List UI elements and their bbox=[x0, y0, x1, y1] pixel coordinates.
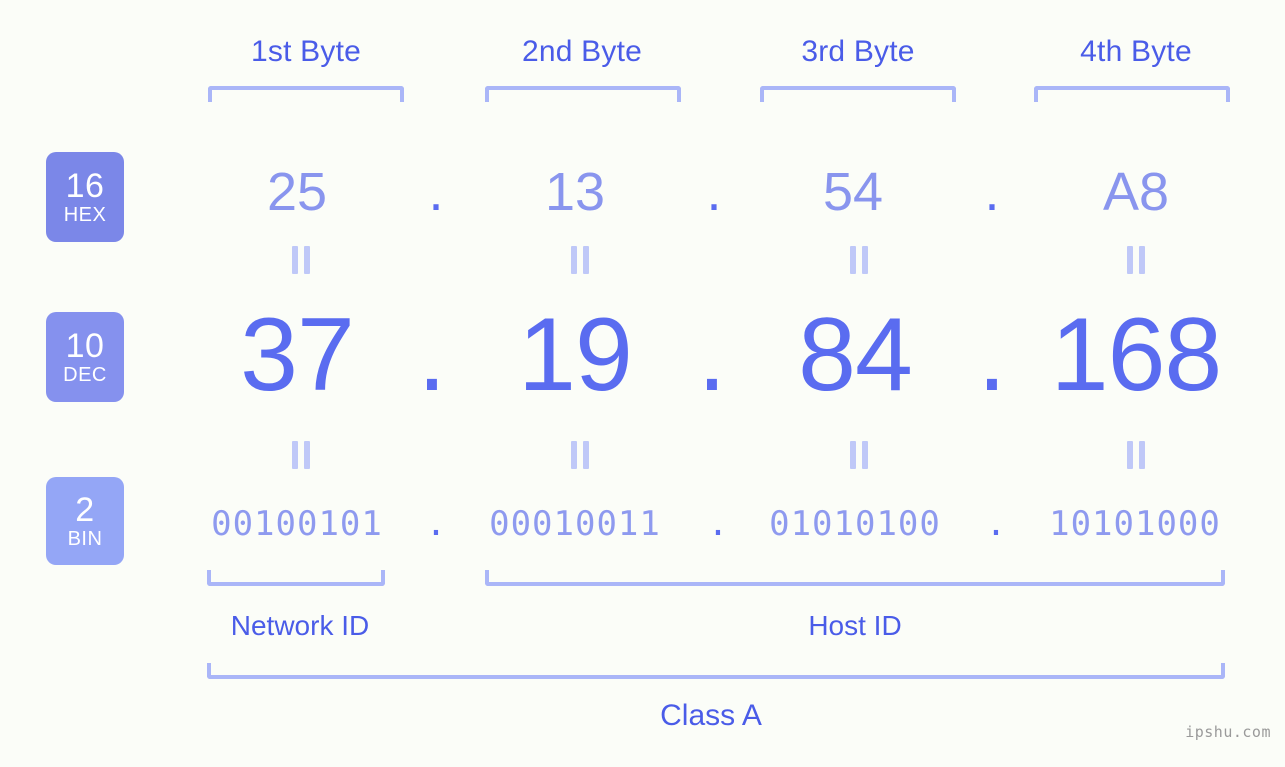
equals-mark-hex-dec-2 bbox=[567, 246, 593, 274]
hex-separator-1: . bbox=[428, 162, 444, 222]
byte-header-4: 4th Byte bbox=[1080, 35, 1192, 68]
byte-bracket-3 bbox=[760, 86, 956, 102]
dec-value-3: 84 bbox=[798, 297, 913, 413]
class-label: Class A bbox=[660, 699, 762, 732]
equals-mark-hex-dec-1 bbox=[288, 246, 314, 274]
equals-mark-dec-bin-1 bbox=[288, 441, 314, 469]
byte-header-2: 2nd Byte bbox=[521, 35, 643, 68]
byte-header-3: 3rd Byte bbox=[801, 35, 915, 68]
byte-header-1: 1st Byte bbox=[251, 35, 361, 68]
bin-separator-1: . bbox=[425, 504, 447, 544]
bin-value-4: 10101000 bbox=[1049, 504, 1221, 544]
watermark: ipshu.com bbox=[1185, 723, 1271, 741]
bin-value-1: 00100101 bbox=[211, 504, 383, 544]
hex-separator-2: . bbox=[706, 162, 722, 222]
bin-separator-3: . bbox=[985, 504, 1007, 544]
dec-separator-1: . bbox=[417, 297, 447, 413]
dec-value-4: 168 bbox=[1050, 297, 1223, 413]
hex-row: 25 . 13 . 54 . A8 bbox=[0, 152, 1285, 232]
bin-row: 00100101 . 00010011 . 01010100 . 1010100… bbox=[0, 492, 1285, 556]
hex-value-4: A8 bbox=[1102, 162, 1170, 222]
bin-separator-2: . bbox=[707, 504, 729, 544]
host-id-bracket bbox=[485, 570, 1225, 586]
bin-value-2: 00010011 bbox=[489, 504, 661, 544]
dec-row: 37 . 19 . 84 . 168 bbox=[0, 292, 1285, 418]
ip-breakdown-diagram: 1st Byte 2nd Byte 3rd Byte 4th Byte 16 H… bbox=[0, 0, 1285, 767]
hex-separator-3: . bbox=[984, 162, 1000, 222]
byte-bracket-1 bbox=[208, 86, 404, 102]
host-id-label: Host ID bbox=[808, 610, 902, 641]
dec-separator-3: . bbox=[977, 297, 1007, 413]
byte-bracket-2 bbox=[485, 86, 681, 102]
equals-mark-dec-bin-2 bbox=[567, 441, 593, 469]
equals-mark-hex-dec-4 bbox=[1123, 246, 1149, 274]
network-id-bracket bbox=[207, 570, 385, 586]
dec-value-2: 19 bbox=[518, 297, 633, 413]
equals-mark-dec-bin-4 bbox=[1123, 441, 1149, 469]
class-bracket bbox=[207, 663, 1225, 679]
hex-value-3: 54 bbox=[822, 162, 884, 222]
dec-separator-2: . bbox=[697, 297, 727, 413]
network-id-label: Network ID bbox=[230, 610, 370, 641]
equals-mark-dec-bin-3 bbox=[846, 441, 872, 469]
hex-value-2: 13 bbox=[544, 162, 606, 222]
bin-value-3: 01010100 bbox=[769, 504, 941, 544]
byte-bracket-4 bbox=[1034, 86, 1230, 102]
equals-mark-hex-dec-3 bbox=[846, 246, 872, 274]
hex-value-1: 25 bbox=[266, 162, 328, 222]
dec-value-1: 37 bbox=[240, 297, 355, 413]
